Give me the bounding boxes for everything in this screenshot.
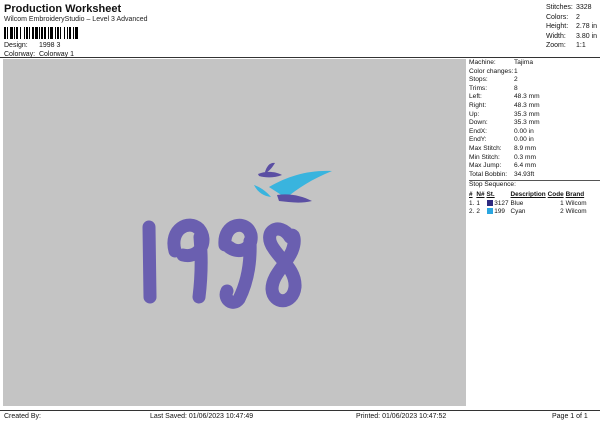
bird-top-wing xyxy=(265,162,275,173)
digit-nine-a xyxy=(167,218,210,304)
design-row: Design: 1998 3 xyxy=(4,42,60,49)
machine-info-row: EndX: 0.00 in xyxy=(469,127,534,135)
stat-colors: Colors: 2 xyxy=(546,13,580,21)
stat-stitches: Stitches: 3328 xyxy=(546,4,592,11)
machine-info-row: Min Stitch: 0.3 mm xyxy=(469,153,536,161)
machine-info-row: Down: 35.3 mm xyxy=(469,119,540,127)
bird-small-body xyxy=(258,171,282,178)
design-value: 1998 3 xyxy=(38,42,61,49)
table-row[interactable]: 1. 1 3127 Blue 1 Wilcom xyxy=(469,200,589,209)
last-saved: Last Saved: 01/06/2023 10:47:49 xyxy=(150,413,254,420)
header-divider xyxy=(0,57,600,58)
footer-divider xyxy=(0,410,600,411)
page-number: Page 1 of 1 xyxy=(552,413,588,420)
stop-sequence-table: # N# St. Description Code Brand 1. 1 312… xyxy=(469,191,589,217)
machine-info-row: Right: 48.3 mm xyxy=(469,101,540,109)
table-row[interactable]: 2. 2 199 Cyan 2 Wilcom xyxy=(469,208,589,217)
digit-one xyxy=(142,220,157,304)
design-stats: Stitches: 3328 Colors: 2 Height: 2.78 in Wi… xyxy=(546,3,597,51)
digit-eight xyxy=(263,222,302,308)
stop-sequence-header: # N# St. Description Code Brand xyxy=(469,190,585,198)
design-preview[interactable] xyxy=(3,59,466,406)
created-by: Created By: xyxy=(4,413,41,420)
stat-height: Height: 2.78 in xyxy=(546,23,598,31)
machine-info-row: Color changes:1 xyxy=(469,67,518,75)
page-title: Production Worksheet xyxy=(4,3,122,15)
software-subtitle: Wilcom EmbroideryStudio – Level 3 Advanc… xyxy=(4,16,148,23)
bird-large-body xyxy=(277,194,312,203)
color-swatch xyxy=(486,199,493,206)
machine-info-row: Max Stitch: 8.9 mm xyxy=(469,144,536,152)
machine-info-row: Machine: Tajima xyxy=(469,59,534,66)
machine-info-row: Left: 48.3 mm xyxy=(469,93,540,101)
color-swatch xyxy=(486,208,493,215)
machine-info-row: Max Jump: 6.4 mm xyxy=(469,162,536,170)
machine-info-row: Stops: 2 xyxy=(469,76,518,84)
stop-sequence-title: Stop Sequence: xyxy=(469,181,516,189)
stat-width: Width: 3.80 in xyxy=(546,32,598,40)
printed-date: Printed: 01/06/2023 10:47:52 xyxy=(356,413,447,420)
machine-info-row: Total Bobbin: 34.93ft xyxy=(469,170,535,178)
machine-info-row: EndY: 0.00 in xyxy=(469,136,534,144)
machine-info-row: Up: 35.3 mm xyxy=(469,110,540,118)
machine-info-panel: Machine: Tajima Color changes:1 Stops: 2 Trim… xyxy=(469,59,600,217)
stat-zoom: Zoom: 1:1 xyxy=(546,42,586,50)
worksheet-header: Production Worksheet Wilcom EmbroiderySt… xyxy=(0,0,600,58)
worksheet-footer: Created By: Last Saved: 01/06/2023 10:47… xyxy=(0,412,600,424)
digit-nine-b xyxy=(218,218,258,309)
machine-info-row: Trims: 8 xyxy=(469,84,518,92)
bird-small-wing xyxy=(254,185,271,197)
design-label: Design: xyxy=(4,42,28,49)
barcode-icon xyxy=(4,27,78,39)
embroidery-design xyxy=(142,162,332,309)
